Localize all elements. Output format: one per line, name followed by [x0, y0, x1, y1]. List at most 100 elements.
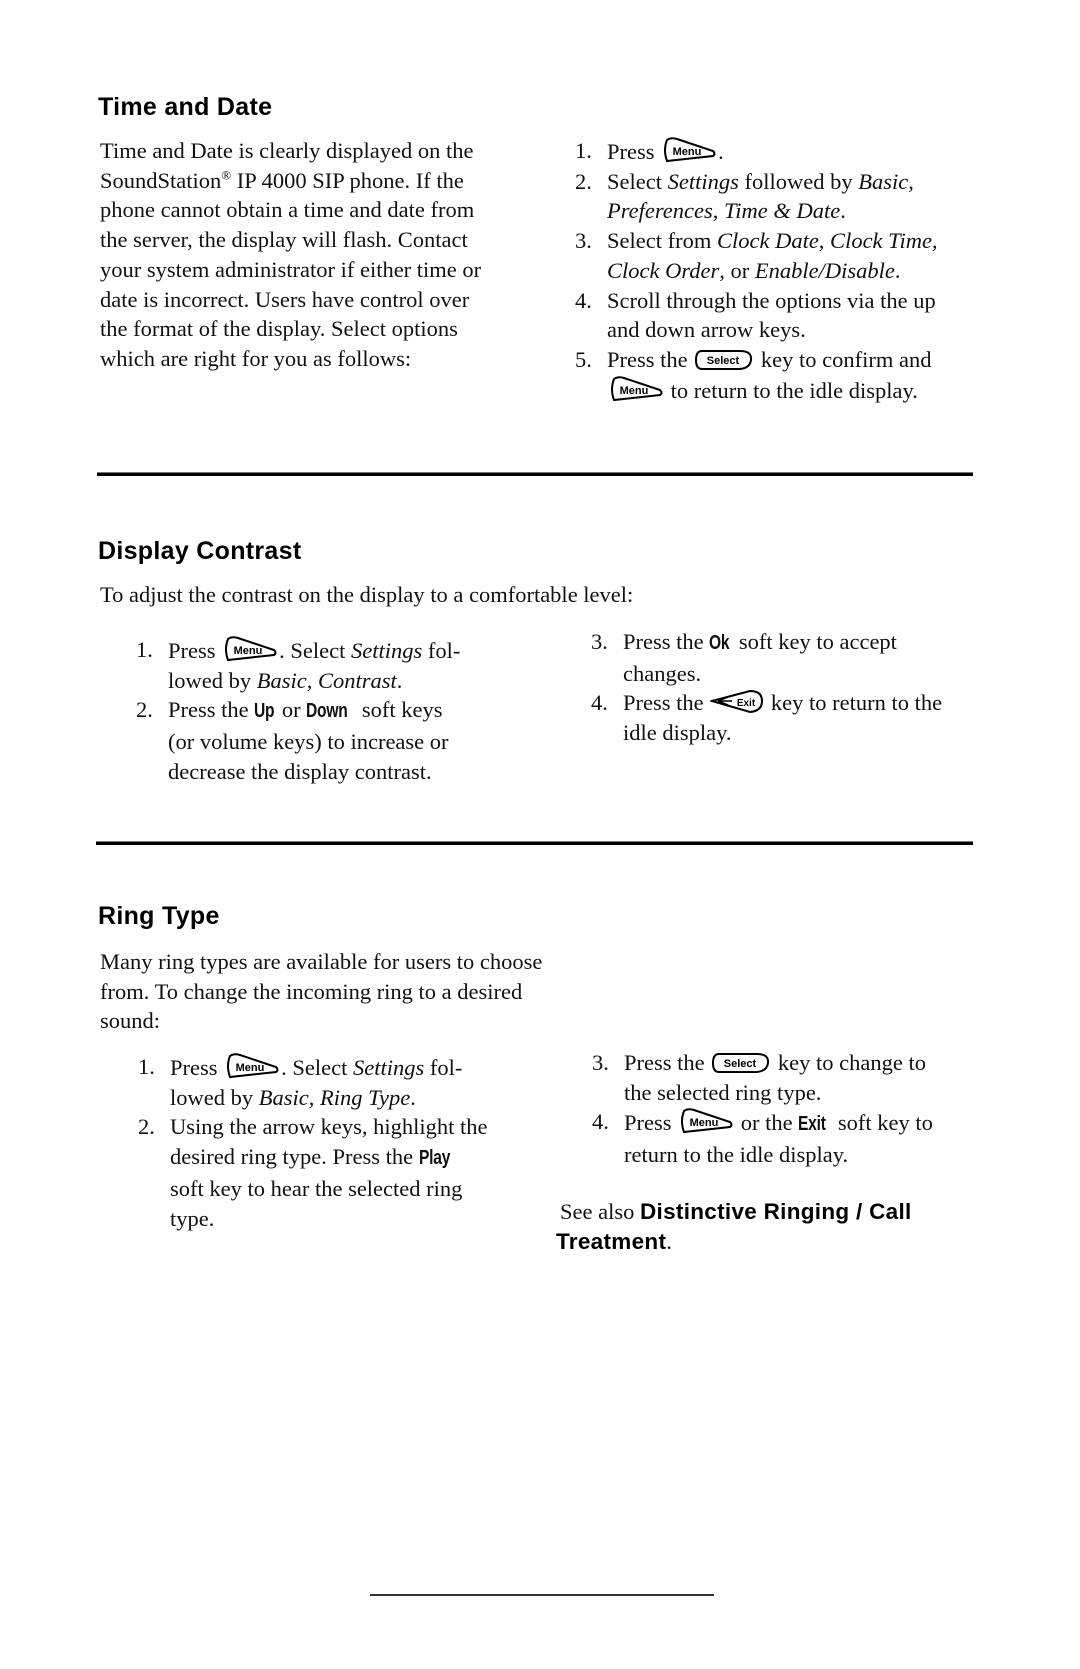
menu-path: Settings	[351, 638, 423, 663]
step-text: decrease the display contrast.	[168, 758, 432, 784]
step-text: Press the	[623, 629, 710, 654]
step-number: 1.	[138, 1054, 155, 1079]
svg-text:Menu: Menu	[690, 1117, 719, 1129]
step-text: , or	[719, 257, 755, 283]
step-item: 5. Press the Select key to confirm and M…	[575, 345, 995, 405]
intro-line: from. To change the incoming ring to a d…	[100, 978, 523, 1004]
time-date-intro: Time and Date is clearly displayed on th…	[100, 136, 540, 374]
step-text: desired ring type. Press the	[170, 1144, 419, 1170]
up-soft-key: Up	[254, 700, 275, 723]
svg-text:Menu: Menu	[673, 146, 702, 158]
registered-mark: ®	[221, 167, 232, 183]
step-text: lowed by	[170, 1084, 259, 1110]
step-number: 4.	[592, 1109, 609, 1135]
product-name: SoundStation	[100, 167, 222, 193]
step-text: . Select	[281, 1055, 353, 1080]
intro-line: your system administrator if either time…	[100, 256, 482, 282]
step-text: idle display.	[623, 720, 732, 746]
step-text: Press	[624, 1110, 678, 1136]
step-item: 1. Press Menu . Select Settings fol- lowe…	[136, 635, 556, 695]
step-text: Press the	[168, 697, 255, 723]
svg-text:Menu: Menu	[236, 1062, 265, 1074]
see-also-suffix: .	[666, 1228, 672, 1254]
step-text: lowed by	[168, 667, 257, 693]
intro-line: the format of the display. Select option…	[100, 316, 458, 342]
exit-key-icon: Exit	[710, 689, 764, 715]
step-text: changes.	[623, 660, 702, 686]
play-soft-key: Play	[418, 1147, 450, 1170]
step-text: the selected ring type.	[624, 1079, 822, 1105]
step-text: Press	[607, 139, 661, 164]
step-text: .	[718, 139, 724, 164]
contrast-steps-left: 1. Press Menu . Select Settings fol- lowe…	[136, 635, 556, 787]
step-item: 2. Press the Up or Down soft keys (or vo…	[136, 695, 556, 786]
down-soft-key: Down	[306, 700, 348, 723]
ok-soft-key: Ok	[709, 632, 730, 654]
step-text: Scroll through the options via the up	[607, 287, 936, 313]
step-item: 2. Using the arrow keys, highlight the d…	[138, 1112, 558, 1233]
step-text: type.	[170, 1205, 215, 1231]
section-divider	[97, 472, 973, 476]
step-text: . Select	[279, 638, 351, 663]
section-divider	[96, 841, 973, 845]
menu-key-icon: Menu	[678, 1107, 734, 1135]
menu-path: Settings	[667, 168, 739, 194]
menu-path: Basic, Contrast	[256, 667, 397, 693]
step-item: 3. Press the Select key to change to the…	[592, 1048, 992, 1107]
contrast-steps-right: 3. Press the Ok soft key to accept chang…	[591, 627, 991, 748]
step-text: Press	[168, 638, 222, 663]
step-item: 3. Press the Ok soft key to accept chang…	[591, 627, 991, 688]
menu-option: Clock Date, Clock Time,	[716, 228, 938, 254]
step-text: .	[840, 198, 846, 224]
step-text: Press the	[623, 690, 710, 716]
svg-text:Exit: Exit	[737, 698, 756, 709]
step-text: key to change to	[772, 1050, 926, 1075]
intro-line: the server, the display will flash. Cont…	[100, 227, 468, 253]
step-text: return to the idle display.	[624, 1142, 849, 1168]
ring-steps-left: 1. Press Menu . Select Settings fol- lowe…	[138, 1052, 558, 1233]
step-item: 4. Scroll through the options via the up…	[575, 286, 995, 345]
step-text: .	[396, 667, 403, 693]
svg-text:Select: Select	[724, 1058, 757, 1070]
step-number: 1.	[575, 138, 592, 163]
step-text: .	[410, 1084, 416, 1110]
step-item: 4. Press the Exit key to return to the i…	[591, 688, 991, 747]
step-item: 4. Press Menu or the Exit soft key to re…	[592, 1107, 992, 1169]
step-text: key to return to the	[765, 690, 943, 716]
menu-key-icon: Menu	[608, 375, 664, 403]
intro-line: date is incorrect. Users have control ov…	[100, 286, 470, 312]
step-text: key to confirm and	[755, 346, 932, 372]
ring-steps-right: 3. Press the Select key to change to the…	[592, 1048, 992, 1170]
step-text: Press	[170, 1055, 224, 1080]
cross-reference-link[interactable]: Distinctive Ringing / Call	[640, 1199, 912, 1224]
see-also: See also Distinctive Ringing / Call Trea…	[556, 1197, 996, 1256]
exit-soft-key: Exit	[798, 1113, 826, 1136]
step-text: (or volume keys) to increase or	[168, 729, 449, 755]
svg-text:Menu: Menu	[620, 385, 649, 397]
step-text: fol-	[424, 1055, 463, 1080]
step-number: 3.	[592, 1050, 609, 1075]
intro-line: which are right for you as follows:	[100, 345, 412, 371]
menu-path: Settings	[353, 1055, 425, 1080]
menu-path: Preferences, Time & Date	[607, 198, 841, 224]
step-number: 2.	[138, 1114, 155, 1140]
ring-intro: Many ring types are available for users …	[100, 947, 580, 1036]
step-text: Select	[607, 168, 668, 194]
intro-line: Many ring types are available for users …	[100, 949, 543, 974]
step-number: 4.	[591, 690, 608, 716]
step-text: soft key to hear the selected ring	[170, 1175, 463, 1201]
section-title-time-and-date: Time and Date	[98, 93, 273, 121]
step-item: 1. Press Menu.	[575, 136, 995, 167]
menu-key-icon: Menu	[661, 136, 717, 164]
step-number: 2.	[136, 697, 153, 723]
step-text: .	[894, 257, 901, 283]
step-text: Press the	[607, 346, 694, 372]
step-text: soft keys	[356, 697, 443, 723]
menu-option: Enable/Disable	[754, 257, 895, 283]
step-text: followed by	[738, 168, 859, 194]
step-item: 3. Select from Clock Date, Clock Time, C…	[575, 226, 995, 285]
menu-path: Basic,	[858, 168, 914, 194]
step-item: 1. Press Menu . Select Settings fol- lowe…	[138, 1052, 558, 1112]
cross-reference-link[interactable]: Treatment	[556, 1229, 666, 1254]
section-title-display-contrast: Display Contrast	[98, 537, 302, 565]
